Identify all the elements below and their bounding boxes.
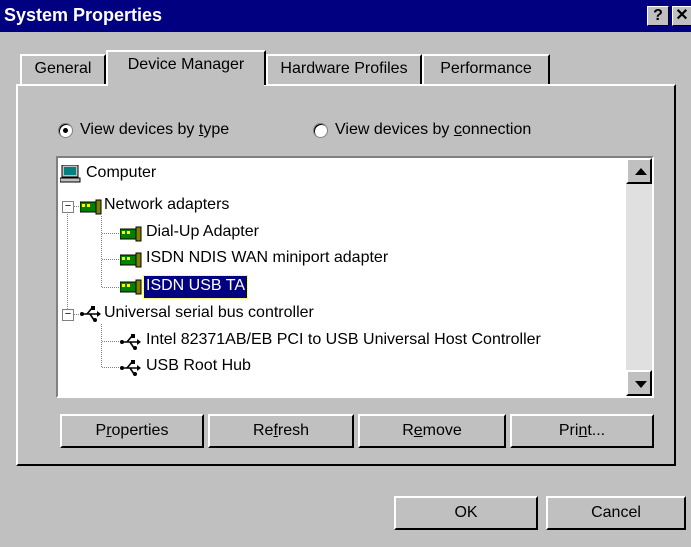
cancel-button[interactable]: Cancel: [546, 496, 686, 530]
tree-node-intel-usb-host[interactable]: Intel 82371AB/EB PCI to USB Universal Ho…: [144, 330, 543, 352]
tab-performance-label: Performance: [440, 60, 532, 77]
tab-hardware-profiles[interactable]: Hardware Profiles: [266, 54, 422, 84]
view-by-connection-label: View devices by connection: [335, 121, 532, 138]
tree-node-usb-controller[interactable]: Universal serial bus controller: [102, 303, 316, 325]
view-by-type-label: View devices by type: [80, 121, 230, 138]
tree-scrollbar[interactable]: [626, 158, 652, 396]
remove-button[interactable]: Remove: [358, 414, 506, 448]
network-adapter-icon: [120, 252, 142, 268]
tab-general[interactable]: General: [20, 54, 106, 84]
tree-node-dialup-adapter[interactable]: Dial-Up Adapter: [144, 222, 261, 244]
print-button[interactable]: Print...: [510, 414, 654, 448]
device-tree[interactable]: Computer − Network adapters Dial-Up Adap…: [56, 156, 654, 398]
network-adapter-icon: [120, 226, 142, 242]
usb-icon: [80, 306, 101, 322]
tab-hardware-profiles-label: Hardware Profiles: [280, 60, 408, 77]
radio-checked-icon: [58, 123, 73, 138]
close-icon: ✕: [675, 7, 689, 24]
tab-general-label: General: [34, 60, 92, 77]
view-by-connection-radio[interactable]: View devices by connection: [313, 121, 583, 141]
collapse-usb-icon[interactable]: −: [62, 309, 74, 321]
tree-node-isdn-ndis-wan[interactable]: ISDN NDIS WAN miniport adapter: [144, 248, 390, 270]
network-adapter-icon: [120, 279, 142, 295]
usb-icon: [120, 334, 141, 350]
usb-icon: [120, 360, 141, 376]
tree-node-network-adapters[interactable]: Network adapters: [102, 195, 231, 217]
help-button[interactable]: ?: [647, 6, 669, 26]
help-icon: ?: [653, 7, 663, 24]
collapse-network-icon[interactable]: −: [62, 201, 74, 213]
scroll-up-button[interactable]: [626, 158, 652, 184]
window-title: System Properties: [4, 5, 163, 25]
view-by-type-radio[interactable]: View devices by type: [58, 121, 278, 141]
tree-node-isdn-usb-ta[interactable]: ISDN USB TA: [143, 275, 248, 299]
computer-icon: [60, 165, 81, 183]
tree-node-computer[interactable]: Computer: [84, 163, 158, 185]
network-adapter-icon: [80, 199, 102, 215]
radio-unchecked-icon: [313, 123, 328, 138]
properties-button[interactable]: Properties: [60, 414, 204, 448]
refresh-button[interactable]: Refresh: [208, 414, 354, 448]
tab-device-manager-label: Device Manager: [127, 56, 245, 73]
close-button[interactable]: ✕: [672, 6, 691, 26]
tab-performance[interactable]: Performance: [422, 54, 550, 84]
title-bar: System Properties ? ✕: [0, 0, 691, 32]
scroll-down-button[interactable]: [626, 370, 652, 396]
arrow-up-icon: [635, 168, 647, 175]
tab-device-manager[interactable]: Device Manager: [106, 50, 266, 85]
active-tab-joint: [108, 84, 264, 87]
ok-button[interactable]: OK: [394, 496, 538, 530]
tree-node-usb-root-hub[interactable]: USB Root Hub: [144, 356, 253, 378]
arrow-down-icon: [635, 381, 647, 388]
